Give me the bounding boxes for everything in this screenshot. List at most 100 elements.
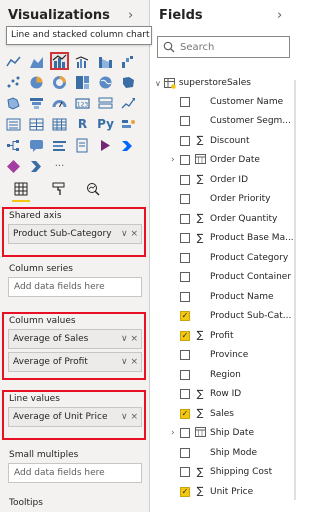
field-checkbox[interactable]	[180, 408, 190, 419]
field-item[interactable]: ∑ Unit Price	[151, 482, 296, 501]
field-name: Product Name	[210, 291, 274, 302]
column-series-dropzone[interactable]: Add data fields here	[8, 277, 142, 297]
shared-axis-field-pill[interactable]: Product Sub-Category ∨ ×	[8, 224, 142, 244]
collapse-fields-icon[interactable]: ›	[277, 8, 282, 23]
gauge-icon[interactable]	[50, 94, 69, 112]
line-and-clustered-column-chart-icon[interactable]	[73, 52, 92, 70]
column-value-field-pill[interactable]: Average of Sales ∨ ×	[8, 329, 142, 349]
column-value-field-pill[interactable]: Average of Profit ∨ ×	[8, 352, 142, 372]
power-apps-diamond-icon[interactable]	[4, 157, 23, 175]
table-icon[interactable]	[27, 115, 46, 133]
search-input[interactable]	[180, 39, 285, 55]
field-checkbox[interactable]	[180, 369, 190, 380]
python-visual-icon[interactable]: Py	[96, 115, 115, 133]
field-checkbox[interactable]	[180, 194, 190, 204]
line-value-field-pill[interactable]: Average of Unit Price ∨ ×	[8, 407, 142, 427]
multi-row-card-icon[interactable]	[96, 94, 115, 112]
paginated-report-icon[interactable]	[73, 136, 92, 154]
power-automate-icon[interactable]	[119, 136, 138, 154]
field-item[interactable]: Customer Segm...	[151, 112, 296, 131]
waterfall-chart-icon[interactable]	[119, 52, 138, 70]
field-item[interactable]: ∑ Sales	[151, 404, 296, 423]
field-item[interactable]: ∑ Product Base Ma...	[151, 229, 296, 248]
area-chart-icon[interactable]	[27, 52, 46, 70]
table-superstore-sales[interactable]: ∨ superstoreSales	[155, 75, 251, 91]
treemap-icon[interactable]	[73, 73, 92, 91]
field-item[interactable]: Province	[151, 346, 296, 365]
field-item[interactable]: ∑ Row ID	[151, 385, 296, 404]
field-item[interactable]: Product Sub-Cat...	[151, 307, 296, 326]
key-influencers-icon[interactable]	[119, 115, 138, 133]
chevron-visual-icon[interactable]	[27, 157, 46, 175]
field-name: Province	[210, 350, 249, 360]
funnel-chart-icon[interactable]	[27, 94, 46, 112]
line-and-stacked-column-chart-icon[interactable]	[50, 52, 69, 70]
field-item[interactable]: Customer Name	[151, 92, 296, 111]
table-expand-chevron-icon[interactable]: ∨	[155, 79, 161, 88]
field-item[interactable]: ∑ Order ID	[151, 170, 296, 189]
field-item[interactable]: Product Category	[151, 248, 296, 267]
matrix-icon[interactable]	[50, 115, 69, 133]
scatter-chart-icon[interactable]	[4, 73, 23, 91]
small-multiples-dropzone[interactable]: Add data fields here	[8, 463, 142, 483]
field-checkbox[interactable]	[180, 155, 190, 165]
fields-scrollbar[interactable]	[294, 80, 296, 500]
r-script-visual-icon[interactable]: R	[73, 115, 92, 133]
kpi-icon[interactable]	[119, 94, 138, 112]
fields-well-tab[interactable]	[10, 180, 32, 198]
analytics-tab[interactable]	[82, 180, 104, 198]
field-item[interactable]: Product Name	[151, 287, 296, 306]
field-checkbox[interactable]	[180, 116, 190, 126]
format-tab[interactable]	[48, 180, 70, 198]
field-checkbox[interactable]	[180, 467, 190, 477]
column-value-field-name: Average of Profit	[13, 357, 88, 367]
field-checkbox[interactable]	[180, 330, 190, 341]
field-checkbox[interactable]	[180, 233, 190, 243]
field-checkbox[interactable]	[180, 96, 190, 107]
field-checkbox[interactable]	[180, 135, 190, 146]
chart-type-tooltip: Line and stacked column chart	[6, 26, 152, 45]
field-item[interactable]: ∑ Order Quantity	[151, 209, 296, 228]
field-checkbox[interactable]	[180, 291, 190, 302]
field-checkbox[interactable]	[180, 350, 190, 360]
field-checkbox[interactable]	[180, 272, 190, 282]
field-checkbox[interactable]	[180, 428, 190, 438]
field-checkbox[interactable]	[180, 486, 190, 497]
field-item[interactable]: ∑ Profit	[151, 326, 296, 345]
pill-dropdown-remove-icons[interactable]: ∨ ×	[121, 408, 138, 426]
collapse-visualizations-icon[interactable]: ›	[128, 8, 133, 23]
shape-map-icon[interactable]	[4, 94, 23, 112]
card-icon[interactable]: 123	[73, 94, 92, 112]
r-letter: R	[77, 117, 88, 131]
field-checkbox[interactable]	[180, 311, 190, 321]
decomposition-tree-icon[interactable]	[4, 136, 23, 154]
field-item[interactable]: Ship Mode	[151, 443, 296, 462]
field-checkbox[interactable]	[180, 389, 190, 399]
donut-chart-icon[interactable]	[50, 73, 69, 91]
filled-map-icon[interactable]	[119, 73, 138, 91]
field-item[interactable]: Product Container	[151, 268, 296, 287]
ribbon-chart-icon[interactable]	[96, 52, 115, 70]
field-item[interactable]: Order Priority	[151, 190, 296, 209]
field-item[interactable]: › Order Date	[151, 151, 296, 170]
power-apps-icon[interactable]	[96, 136, 115, 154]
smart-narrative-icon[interactable]	[50, 136, 69, 154]
pill-dropdown-remove-icons[interactable]: ∨ ×	[121, 353, 138, 371]
line-chart-icon[interactable]	[4, 52, 23, 70]
slicer-icon[interactable]	[4, 115, 23, 133]
map-icon[interactable]	[96, 73, 115, 91]
more-visuals-icon[interactable]: ···	[50, 157, 69, 175]
pie-chart-icon[interactable]	[27, 73, 46, 91]
pill-dropdown-remove-icons[interactable]: ∨ ×	[121, 225, 138, 243]
qa-visual-icon[interactable]	[27, 136, 46, 154]
field-item[interactable]: ∑ Discount	[151, 131, 296, 150]
field-checkbox[interactable]	[180, 252, 190, 263]
field-item[interactable]: ∑ Shipping Cost	[151, 463, 296, 482]
field-item[interactable]: › Ship Date	[151, 424, 296, 443]
field-checkbox[interactable]	[180, 213, 190, 224]
field-checkbox[interactable]	[180, 174, 190, 185]
fields-search-box[interactable]	[157, 36, 290, 58]
field-item[interactable]: Region	[151, 365, 296, 384]
pill-dropdown-remove-icons[interactable]: ∨ ×	[121, 330, 138, 348]
field-checkbox[interactable]	[180, 447, 190, 458]
